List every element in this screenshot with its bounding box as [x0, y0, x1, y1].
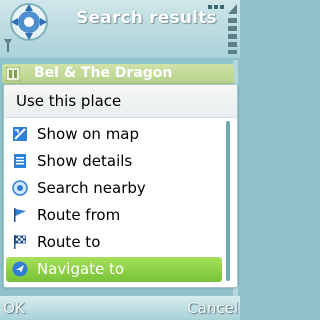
menu-item-label: Show on map [37, 125, 140, 143]
search-nearby-icon [12, 180, 28, 196]
details-icon [14, 154, 26, 168]
flag-finish-icon [14, 235, 26, 249]
popup-scrollbar-thumb[interactable] [226, 121, 230, 281]
menu-item-label: Show details [37, 152, 133, 170]
navigate-icon [12, 261, 28, 277]
popup-header: Use this place [4, 85, 237, 118]
battery-icon [228, 18, 237, 54]
menu-item-label: Navigate to [37, 260, 125, 278]
menu-item-label: Search nearby [37, 179, 146, 197]
popup-scrollbar[interactable] [226, 121, 230, 281]
flag-start-icon [14, 208, 26, 222]
menu-item-show-on-map[interactable]: Show on map [6, 122, 222, 147]
context-popup: Use this place Show on map Show details … [3, 84, 238, 288]
connection-icon [208, 4, 237, 14]
menu-item-navigate-to[interactable]: Navigate to [6, 257, 222, 282]
title-bar: Search results [0, 0, 240, 58]
signal-icon [4, 39, 12, 52]
gps-globe-icon [10, 3, 48, 41]
menu-item-show-details[interactable]: Show details [6, 149, 222, 174]
menu-item-label: Route from [37, 206, 121, 224]
popup-title: Use this place [16, 92, 122, 110]
list-item-label: Bel & The Dragon [34, 65, 173, 81]
map-icon [13, 127, 27, 141]
ok-softkey[interactable]: OK [3, 299, 25, 317]
menu-item-route-to[interactable]: Route to [6, 230, 222, 255]
menu-item-label: Route to [37, 233, 101, 251]
softkey-bar: OK Cancel [0, 296, 240, 320]
cancel-softkey[interactable]: Cancel [187, 299, 238, 317]
page-title: Search results [76, 8, 217, 28]
menu-item-route-from[interactable]: Route from [6, 203, 222, 228]
list-item[interactable]: Bel & The Dragon [2, 64, 234, 84]
place-icon [6, 67, 20, 81]
menu-item-search-nearby[interactable]: Search nearby [6, 176, 222, 201]
